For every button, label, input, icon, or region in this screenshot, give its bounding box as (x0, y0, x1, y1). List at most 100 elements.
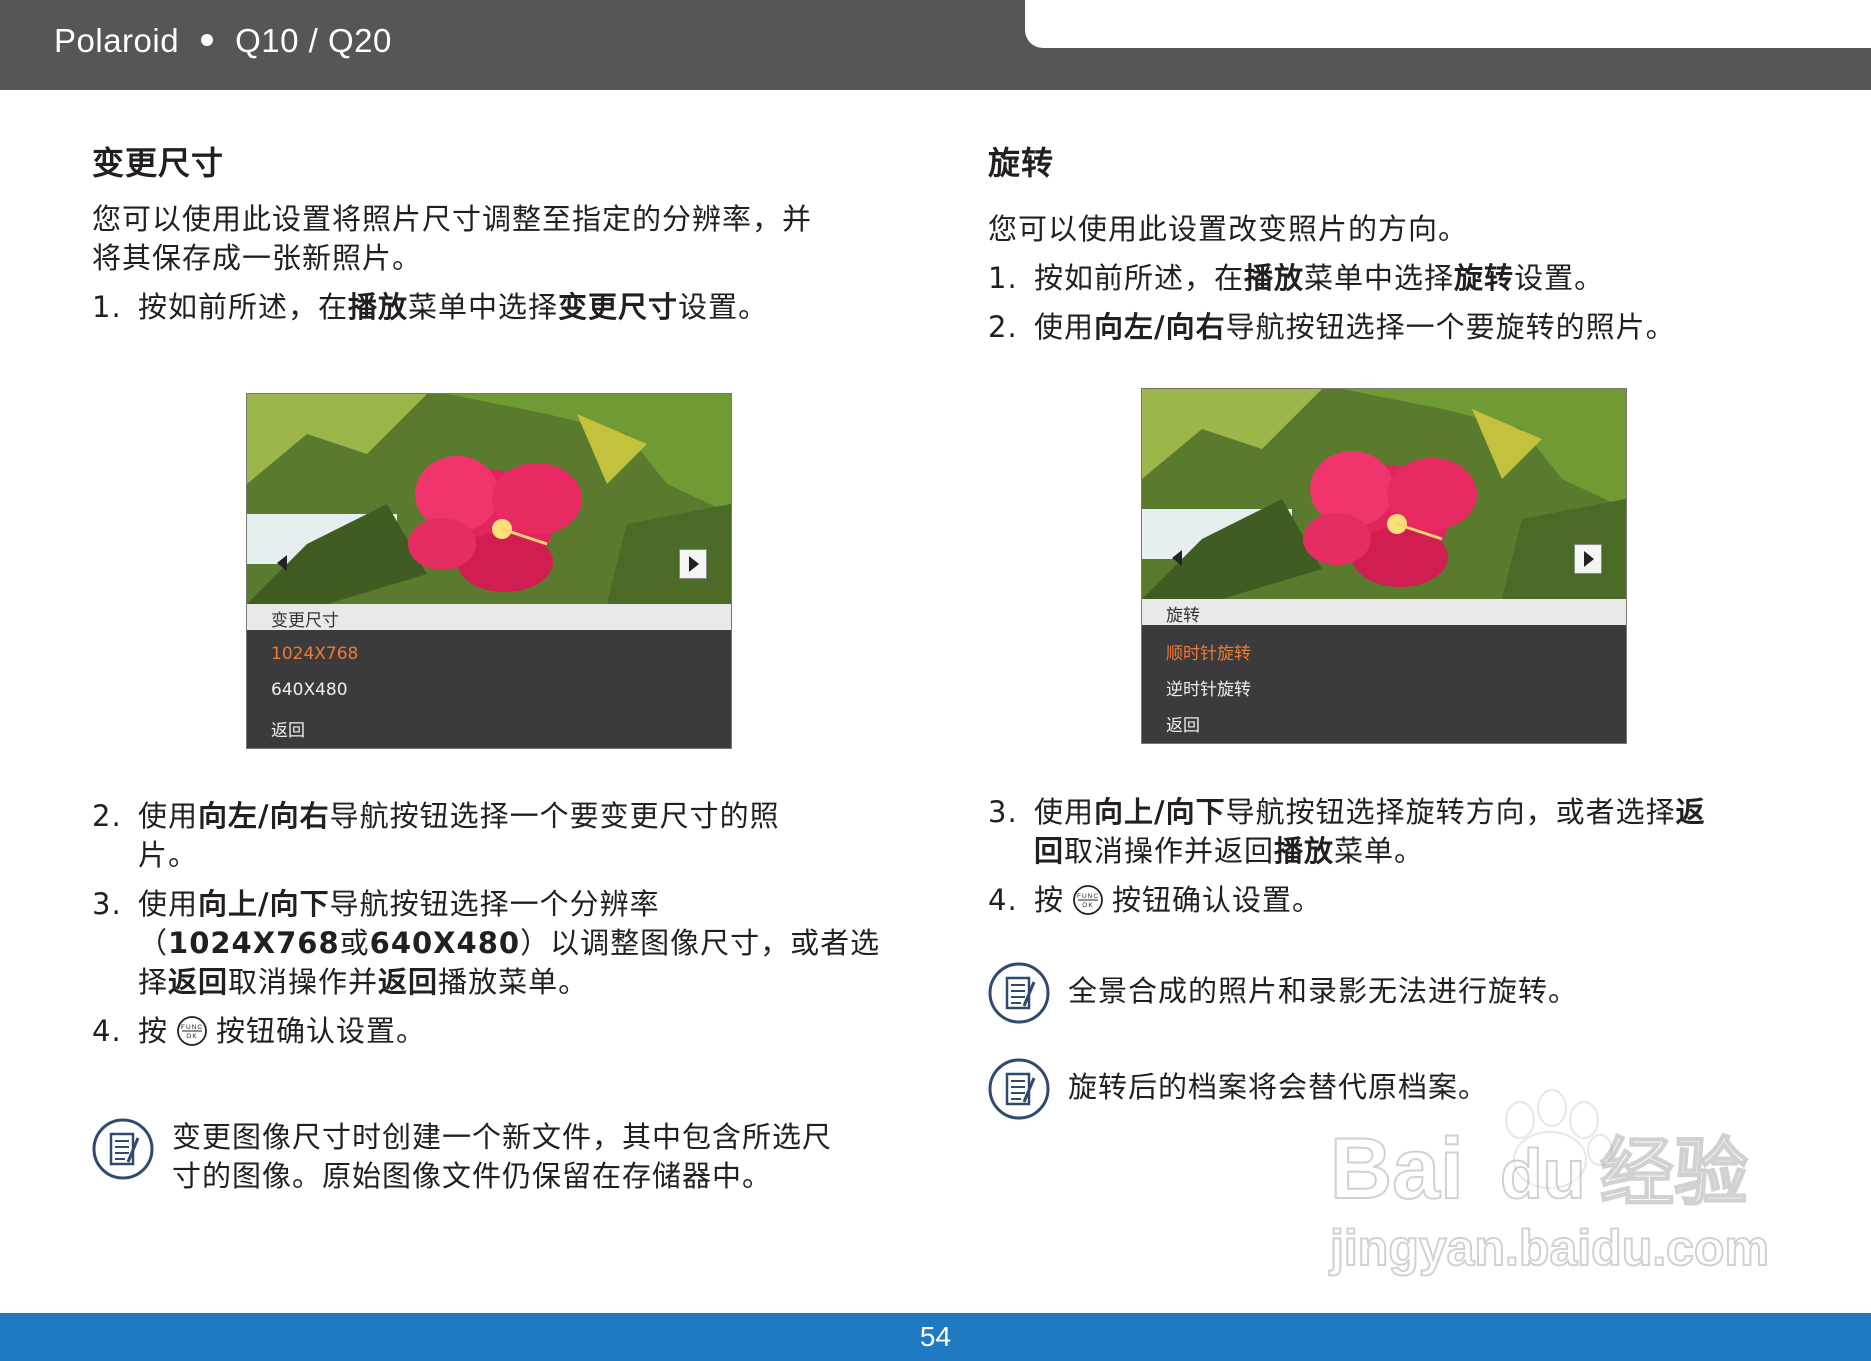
menu-item-selected: 顺时针旋转 (1166, 644, 1251, 664)
rotate-note-1: 全景合成的照片和录影无法进行旋转。 (988, 962, 1808, 1026)
step-text: 菜单。 (1334, 834, 1425, 868)
step-text: 片。 (138, 838, 199, 872)
step-bold: 变更尺寸 (558, 290, 679, 324)
resize-intro-line1: 您可以使用此设置将照片尺寸调整至指定的分辨率，并 (92, 202, 813, 236)
menu-item-selected: 1024X768 (271, 644, 359, 664)
nav-left-arrow-icon (1172, 550, 1182, 566)
step-number: 1. (92, 290, 122, 324)
step-text: 设置。 (1514, 261, 1605, 295)
header-tab (1025, 0, 1871, 48)
step-text: 按 (1034, 883, 1065, 917)
step-text: 使用 (138, 799, 199, 833)
rotate-step-3: 3. 使用向上/向下导航按钮选择旋转方向，或者选择返 回取消操作并返回播放菜单。 (988, 793, 1808, 871)
step-number: 1. (988, 261, 1018, 295)
note-icon (92, 1118, 154, 1180)
step-text: 按钮确认设置。 (1112, 883, 1323, 917)
ok-icon-label: OK (186, 1033, 197, 1040)
step-text: 按钮确认设置。 (216, 1014, 427, 1048)
step-number: 4. (92, 1014, 122, 1048)
resize-note-text: 变更图像尺寸时创建一个新文件，其中包含所选尺 寸的图像。原始图像文件仍保留在存储器… (172, 1118, 832, 1196)
note-icon (988, 1058, 1050, 1120)
camera-screen-resize: 变更尺寸 1024X768 640X480 返回 (246, 393, 732, 749)
step-text: 菜单中选择 (408, 290, 559, 324)
section-title-rotate: 旋转 (988, 144, 1055, 182)
step-bold: 返 (1675, 795, 1706, 829)
flower-photo (1142, 389, 1626, 599)
resize-intro: 您可以使用此设置将照片尺寸调整至指定的分辨率，并 将其保存成一张新照片。 (92, 200, 892, 278)
resize-step-2: 2. 使用向左/向右导航按钮选择一个要变更尺寸的照 片。 (92, 797, 912, 875)
page-header: Polaroid Q10 / Q20 (0, 0, 1871, 90)
func-icon-label: FUNC (1077, 893, 1099, 900)
watermark-bai: Bai (1330, 1121, 1464, 1217)
menu-item-back: 返回 (271, 721, 305, 741)
step-text: 导航按钮选择一个要变更尺寸的照 (329, 799, 780, 833)
nav-right-arrow-icon (1584, 551, 1594, 567)
step-number: 3. (92, 887, 122, 921)
bullet-dot (201, 34, 214, 47)
step-bold: 1024X768 (168, 926, 340, 960)
model-name: Q10 / Q20 (235, 22, 392, 59)
step-text: 取消操作并返回 (1064, 834, 1275, 868)
step-number: 4. (988, 883, 1018, 917)
resize-steps-continued: 2. 使用向左/向右导航按钮选择一个要变更尺寸的照 片。 3. 使用向上/向下导航按钮… (92, 797, 912, 1051)
camera-screen-rotate: 旋转 顺时针旋转 逆时针旋转 返回 (1141, 388, 1627, 744)
step-text: 导航按钮选择一个要旋转的照片。 (1225, 310, 1676, 344)
step-bold: 播放 (1244, 261, 1305, 295)
resize-step-1: 1. 按如前所述，在播放菜单中选择变更尺寸设置。 (92, 288, 892, 327)
step-text: 或 (339, 926, 370, 960)
resize-intro-line2: 将其保存成一张新照片。 (92, 241, 423, 275)
menu-title-bar: 变更尺寸 (247, 604, 731, 631)
step-bold: 向上/向下 (198, 887, 330, 921)
step-number: 2. (988, 310, 1018, 344)
menu-item: 640X480 (271, 680, 348, 700)
step-bold: 播放 (348, 290, 409, 324)
func-icon-label: FUNC (181, 1024, 203, 1031)
step-bold: 返回 (378, 965, 439, 999)
section-title-resize: 变更尺寸 (92, 144, 225, 182)
note-line: 变更图像尺寸时创建一个新文件，其中包含所选尺 (172, 1120, 833, 1154)
step-bold: 回 (1034, 834, 1065, 868)
nav-left-arrow-icon (277, 555, 287, 571)
step-bold: 640X480 (369, 926, 521, 960)
step-number: 3. (988, 795, 1018, 829)
watermark-du: du (1500, 1135, 1586, 1213)
menu-item: 逆时针旋转 (1166, 680, 1251, 700)
brand-line: Polaroid Q10 / Q20 (54, 22, 392, 60)
resize-step-3: 3. 使用向上/向下导航按钮选择一个分辨率 （1024X768或640X480）以调… (92, 885, 912, 1002)
step-text: 使用 (138, 887, 199, 921)
step-text: 按 (138, 1014, 169, 1048)
step-bold: 向左/向右 (1094, 310, 1226, 344)
step-text: 设置。 (678, 290, 769, 324)
step-text: （ (138, 926, 169, 960)
resize-step-4: 4. 按 FUNC OK 按钮确认设置。 (92, 1012, 912, 1051)
step-text: 按如前所述，在 (1034, 261, 1245, 295)
rotate-note-1-text: 全景合成的照片和录影无法进行旋转。 (1068, 974, 1579, 1008)
rotate-steps-continued: 3. 使用向上/向下导航按钮选择旋转方向，或者选择返 回取消操作并返回播放菜单。 4… (988, 793, 1808, 920)
rotate-step-1: 1. 按如前所述，在播放菜单中选择旋转设置。 (988, 259, 1788, 298)
note-line: 寸的图像。原始图像文件仍保留在存储器中。 (172, 1159, 773, 1193)
rotate-intro: 您可以使用此设置改变照片的方向。 (988, 212, 1469, 246)
watermark-url: jingyan.baidu.com (1329, 1220, 1769, 1276)
page-number: 54 (919, 1321, 952, 1352)
step-bold: 播放 (1274, 834, 1335, 868)
nav-right-button (679, 549, 707, 579)
step-bold: 向左/向右 (198, 799, 330, 833)
page-footer: 54 (0, 1313, 1871, 1361)
section-rotate: 旋转 您可以使用此设置改变照片的方向。 1. 按如前所述，在播放菜单中选择旋转设置… (988, 138, 1788, 347)
step-text: 播放菜单。 (438, 965, 589, 999)
note-icon (988, 962, 1050, 1024)
func-ok-button-icon: FUNC OK (177, 1016, 207, 1046)
resize-note: 变更图像尺寸时创建一个新文件，其中包含所选尺 寸的图像。原始图像文件仍保留在存储器… (92, 1118, 912, 1208)
func-ok-button-icon: FUNC OK (1073, 885, 1103, 915)
rotate-step-4: 4. 按 FUNC OK 按钮确认设置。 (988, 881, 1808, 920)
baidu-jingyan-watermark: Bai du 经验 jingyan.baidu.com (1328, 1089, 1770, 1277)
menu-item-back: 返回 (1166, 716, 1200, 736)
menu-title: 变更尺寸 (271, 611, 339, 631)
step-bold: 向上/向下 (1094, 795, 1226, 829)
section-resize: 变更尺寸 您可以使用此设置将照片尺寸调整至指定的分辨率，并 将其保存成一张新照片。… (92, 138, 892, 327)
flower-photo (247, 394, 731, 604)
step-text: 使用 (1034, 795, 1095, 829)
step-text: 菜单中选择 (1304, 261, 1455, 295)
brand-name: Polaroid (54, 22, 180, 59)
ok-icon-label: OK (1082, 902, 1093, 909)
